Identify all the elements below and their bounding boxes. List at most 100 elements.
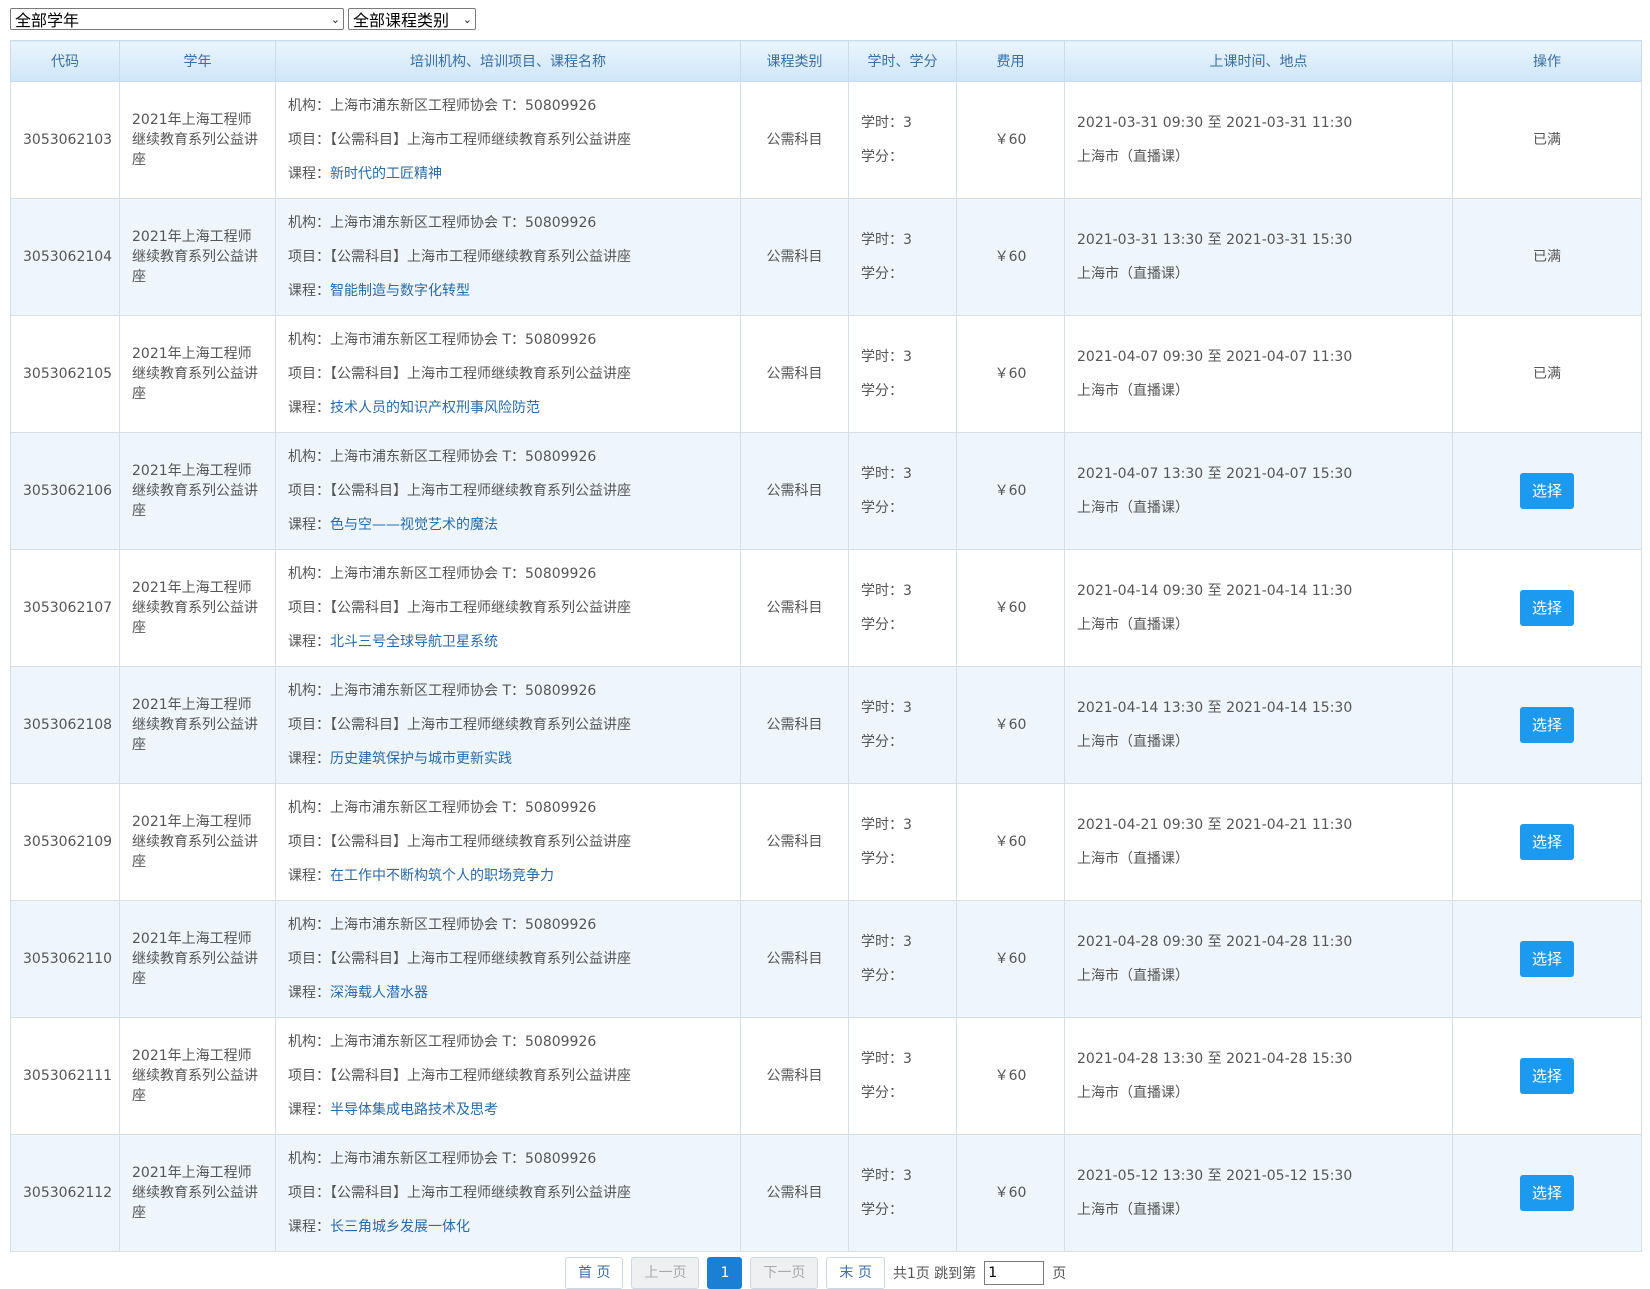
org-label: 机构： bbox=[288, 449, 330, 465]
first-page-button[interactable]: 首 页 bbox=[565, 1257, 624, 1289]
location-line: 上海市（直播课） bbox=[1077, 734, 1189, 750]
table-row: 3053062111 2021年上海工程师继续教育系列公益讲座 机构：上海市浦东新区… bbox=[10, 1017, 1642, 1135]
select-button[interactable]: 选择 bbox=[1520, 1058, 1574, 1094]
hours-value: 3 bbox=[903, 700, 912, 716]
course-name-link[interactable]: 长三角城乡发展一体化 bbox=[330, 1219, 470, 1235]
select-button[interactable]: 选择 bbox=[1520, 824, 1574, 860]
hours-line: 学时：3 bbox=[861, 457, 944, 491]
year-select[interactable]: 全部学年 ⌄ bbox=[10, 8, 344, 30]
course-info-cell: 机构：上海市浦东新区工程师协会 T：50809926 项目：【公需科目】上海市工程… bbox=[275, 1017, 741, 1135]
end-time: 2021-03-31 15:30 bbox=[1226, 232, 1353, 248]
course-fee: ￥60 bbox=[956, 198, 1065, 316]
hours-label: 学时： bbox=[861, 1168, 903, 1184]
time-line: 2021-04-14 09:30 至 2021-04-14 11:30 bbox=[1077, 574, 1440, 608]
course-category: 公需科目 bbox=[740, 432, 849, 550]
prev-page-button[interactable]: 上一页 bbox=[631, 1257, 700, 1289]
table-row: 3053062106 2021年上海工程师继续教育系列公益讲座 机构：上海市浦东新区… bbox=[10, 432, 1642, 550]
course-year: 2021年上海工程师继续教育系列公益讲座 bbox=[119, 315, 276, 433]
course-code: 3053062104 bbox=[10, 198, 120, 316]
org-value: 上海市浦东新区工程师协会 T：50809926 bbox=[330, 683, 597, 699]
course-name-link[interactable]: 半导体集成电路技术及思考 bbox=[330, 1102, 498, 1118]
hours-value: 3 bbox=[903, 466, 912, 482]
jump-page-input[interactable] bbox=[984, 1261, 1045, 1285]
to-label: 至 bbox=[1207, 466, 1222, 482]
location-line: 上海市（直播课） bbox=[1077, 617, 1189, 633]
end-time: 2021-04-14 15:30 bbox=[1226, 700, 1353, 716]
course-year: 2021年上海工程师继续教育系列公益讲座 bbox=[119, 783, 276, 901]
org-value: 上海市浦东新区工程师协会 T：50809926 bbox=[330, 449, 597, 465]
action-cell: 选择 bbox=[1452, 783, 1642, 901]
time-line: 2021-04-07 13:30 至 2021-04-07 15:30 bbox=[1077, 457, 1440, 491]
select-button[interactable]: 选择 bbox=[1520, 590, 1574, 626]
course-category: 公需科目 bbox=[740, 81, 849, 199]
category-select[interactable]: 全部课程类别 ⌄ bbox=[348, 8, 476, 30]
time-line: 2021-04-14 13:30 至 2021-04-14 15:30 bbox=[1077, 691, 1440, 725]
course-name-link[interactable]: 北斗三号全球导航卫星系统 bbox=[330, 634, 498, 650]
project-value: 【公需科目】上海市工程师继续教育系列公益讲座 bbox=[330, 366, 631, 382]
select-button[interactable]: 选择 bbox=[1520, 473, 1574, 509]
select-button[interactable]: 选择 bbox=[1520, 941, 1574, 977]
course-name-link[interactable]: 深海载人潜水器 bbox=[330, 985, 428, 1001]
course-info-cell: 机构：上海市浦东新区工程师协会 T：50809926 项目：【公需科目】上海市工程… bbox=[275, 198, 741, 316]
project-value: 【公需科目】上海市工程师继续教育系列公益讲座 bbox=[330, 483, 631, 499]
location-line: 上海市（直播课） bbox=[1077, 149, 1189, 165]
project-line: 项目：【公需科目】上海市工程师继续教育系列公益讲座 bbox=[288, 825, 728, 859]
action-cell: 选择 bbox=[1452, 1017, 1642, 1135]
time-location-cell: 2021-04-07 13:30 至 2021-04-07 15:30 上海市（直… bbox=[1064, 432, 1453, 550]
org-value: 上海市浦东新区工程师协会 T：50809926 bbox=[330, 800, 597, 816]
course-line: 课程：北斗三号全球导航卫星系统 bbox=[288, 625, 728, 659]
org-label: 机构： bbox=[288, 215, 330, 231]
course-year: 2021年上海工程师继续教育系列公益讲座 bbox=[119, 1017, 276, 1135]
table-row: 3053062103 2021年上海工程师继续教育系列公益讲座 机构：上海市浦东新区… bbox=[10, 81, 1642, 199]
course-year: 2021年上海工程师继续教育系列公益讲座 bbox=[119, 1134, 276, 1252]
next-page-button[interactable]: 下一页 bbox=[750, 1257, 819, 1289]
location-line: 上海市（直播课） bbox=[1077, 851, 1189, 867]
course-label: 课程： bbox=[288, 634, 330, 650]
course-line: 课程：在工作中不断构筑个人的职场竞争力 bbox=[288, 859, 728, 893]
select-button[interactable]: 选择 bbox=[1520, 707, 1574, 743]
course-fee: ￥60 bbox=[956, 900, 1065, 1018]
course-year: 2021年上海工程师继续教育系列公益讲座 bbox=[119, 432, 276, 550]
project-label: 项目： bbox=[288, 366, 330, 382]
last-page-button[interactable]: 末 页 bbox=[826, 1257, 885, 1289]
course-line: 课程：技术人员的知识产权刑事风险防范 bbox=[288, 391, 728, 425]
credits-line: 学分： bbox=[861, 1193, 944, 1227]
course-code: 3053062108 bbox=[10, 666, 120, 784]
select-button[interactable]: 选择 bbox=[1520, 1175, 1574, 1211]
course-fee: ￥60 bbox=[956, 549, 1065, 667]
hours-line: 学时：3 bbox=[861, 691, 944, 725]
course-name-link[interactable]: 技术人员的知识产权刑事风险防范 bbox=[330, 400, 540, 416]
course-name-link[interactable]: 历史建筑保护与城市更新实践 bbox=[330, 751, 512, 767]
start-time: 2021-04-28 13:30 bbox=[1077, 1051, 1204, 1067]
course-info-cell: 机构：上海市浦东新区工程师协会 T：50809926 项目：【公需科目】上海市工程… bbox=[275, 432, 741, 550]
project-line: 项目：【公需科目】上海市工程师继续教育系列公益讲座 bbox=[288, 708, 728, 742]
org-label: 机构： bbox=[288, 566, 330, 582]
hours-line: 学时：3 bbox=[861, 340, 944, 374]
time-location-cell: 2021-03-31 09:30 至 2021-03-31 11:30 上海市（直… bbox=[1064, 81, 1453, 199]
org-label: 机构： bbox=[288, 98, 330, 114]
project-value: 【公需科目】上海市工程师继续教育系列公益讲座 bbox=[330, 951, 631, 967]
hours-label: 学时： bbox=[861, 349, 903, 365]
org-line: 机构：上海市浦东新区工程师协会 T：50809926 bbox=[288, 674, 728, 708]
course-name-link[interactable]: 在工作中不断构筑个人的职场竞争力 bbox=[330, 868, 554, 884]
course-name-link[interactable]: 色与空——视觉艺术的魔法 bbox=[330, 517, 498, 533]
project-value: 【公需科目】上海市工程师继续教育系列公益讲座 bbox=[330, 249, 631, 265]
end-time: 2021-04-28 15:30 bbox=[1226, 1051, 1353, 1067]
course-name-link[interactable]: 新时代的工匠精神 bbox=[330, 166, 442, 182]
chevron-down-icon: ⌄ bbox=[462, 12, 472, 26]
current-page[interactable]: 1 bbox=[707, 1257, 743, 1289]
to-label: 至 bbox=[1207, 583, 1222, 599]
credits-line: 学分： bbox=[861, 959, 944, 993]
header-action: 操作 bbox=[1452, 40, 1642, 82]
org-line: 机构：上海市浦东新区工程师协会 T：50809926 bbox=[288, 1025, 728, 1059]
course-line: 课程：智能制造与数字化转型 bbox=[288, 274, 728, 308]
course-label: 课程： bbox=[288, 1102, 330, 1118]
hours-line: 学时：3 bbox=[861, 574, 944, 608]
header-hours-credits: 学时、学分 bbox=[848, 40, 957, 82]
org-value: 上海市浦东新区工程师协会 T：50809926 bbox=[330, 98, 597, 114]
course-fee: ￥60 bbox=[956, 783, 1065, 901]
start-time: 2021-03-31 13:30 bbox=[1077, 232, 1204, 248]
hours-label: 学时： bbox=[861, 1051, 903, 1067]
course-name-link[interactable]: 智能制造与数字化转型 bbox=[330, 283, 470, 299]
table-row: 3053062104 2021年上海工程师继续教育系列公益讲座 机构：上海市浦东新区… bbox=[10, 198, 1642, 316]
